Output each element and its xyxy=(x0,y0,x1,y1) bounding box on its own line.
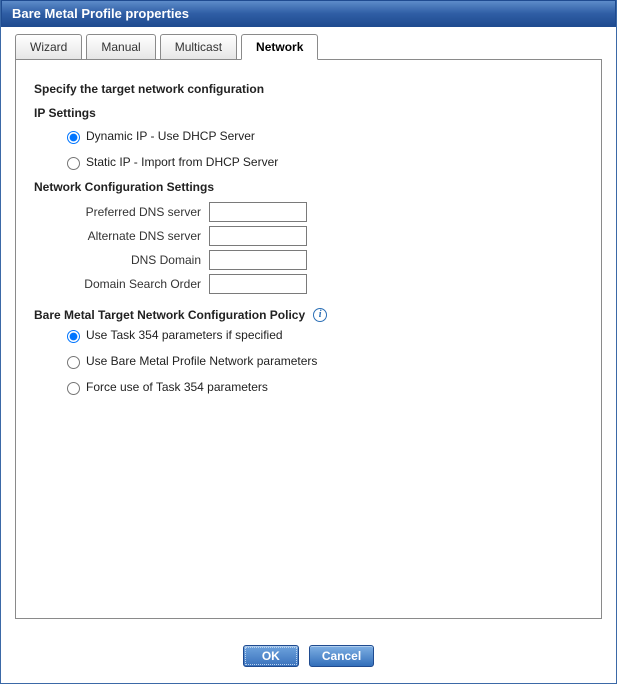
radio-policy-profile-params[interactable] xyxy=(67,356,80,369)
label-domain-search-order: Domain Search Order xyxy=(34,277,209,291)
ip-option-static[interactable]: Static IP - Import from DHCP Server xyxy=(62,154,583,170)
button-bar: OK Cancel xyxy=(1,633,616,683)
cancel-button[interactable]: Cancel xyxy=(309,645,374,667)
label-preferred-dns: Preferred DNS server xyxy=(34,205,209,219)
dialog: Bare Metal Profile properties Wizard Man… xyxy=(0,0,617,684)
tab-network[interactable]: Network xyxy=(241,34,318,60)
row-preferred-dns: Preferred DNS server xyxy=(34,202,583,222)
tab-wizard[interactable]: Wizard xyxy=(15,34,82,60)
policy-option-force-task[interactable]: Force use of Task 354 parameters xyxy=(62,379,583,395)
ip-option-dynamic[interactable]: Dynamic IP - Use DHCP Server xyxy=(62,128,583,144)
radio-label: Use Bare Metal Profile Network parameter… xyxy=(86,354,317,368)
policy-title: Bare Metal Target Network Configuration … xyxy=(34,308,305,322)
policy-option-task-if-specified[interactable]: Use Task 354 parameters if specified xyxy=(62,327,583,343)
input-preferred-dns[interactable] xyxy=(209,202,307,222)
radio-label: Force use of Task 354 parameters xyxy=(86,380,268,394)
tab-panel-network: Specify the target network configuration… xyxy=(15,59,602,619)
label-dns-domain: DNS Domain xyxy=(34,253,209,267)
input-dns-domain[interactable] xyxy=(209,250,307,270)
tabs: Wizard Manual Multicast Network xyxy=(1,27,616,59)
radio-label: Dynamic IP - Use DHCP Server xyxy=(86,129,255,143)
tab-label: Multicast xyxy=(175,40,222,54)
input-domain-search-order[interactable] xyxy=(209,274,307,294)
info-icon[interactable]: i xyxy=(313,308,327,322)
radio-policy-task-if-specified[interactable] xyxy=(67,330,80,343)
ip-settings-title: IP Settings xyxy=(34,106,583,120)
ok-button[interactable]: OK xyxy=(243,645,299,667)
radio-static-ip[interactable] xyxy=(67,157,80,170)
net-cfg-title: Network Configuration Settings xyxy=(34,180,583,194)
tab-manual[interactable]: Manual xyxy=(86,34,155,60)
label-alternate-dns: Alternate DNS server xyxy=(34,229,209,243)
tab-label: Manual xyxy=(101,40,140,54)
row-domain-search-order: Domain Search Order xyxy=(34,274,583,294)
tab-multicast[interactable]: Multicast xyxy=(160,34,237,60)
dialog-title: Bare Metal Profile properties xyxy=(1,0,616,27)
policy-header: Bare Metal Target Network Configuration … xyxy=(34,308,583,322)
row-alternate-dns: Alternate DNS server xyxy=(34,226,583,246)
input-alternate-dns[interactable] xyxy=(209,226,307,246)
section-heading: Specify the target network configuration xyxy=(34,82,583,96)
radio-label: Use Task 354 parameters if specified xyxy=(86,328,283,342)
radio-label: Static IP - Import from DHCP Server xyxy=(86,155,278,169)
row-dns-domain: DNS Domain xyxy=(34,250,583,270)
policy-option-profile-params[interactable]: Use Bare Metal Profile Network parameter… xyxy=(62,353,583,369)
tab-label: Wizard xyxy=(30,40,67,54)
tab-label: Network xyxy=(256,40,303,54)
radio-dynamic-ip[interactable] xyxy=(67,131,80,144)
radio-policy-force-task[interactable] xyxy=(67,382,80,395)
